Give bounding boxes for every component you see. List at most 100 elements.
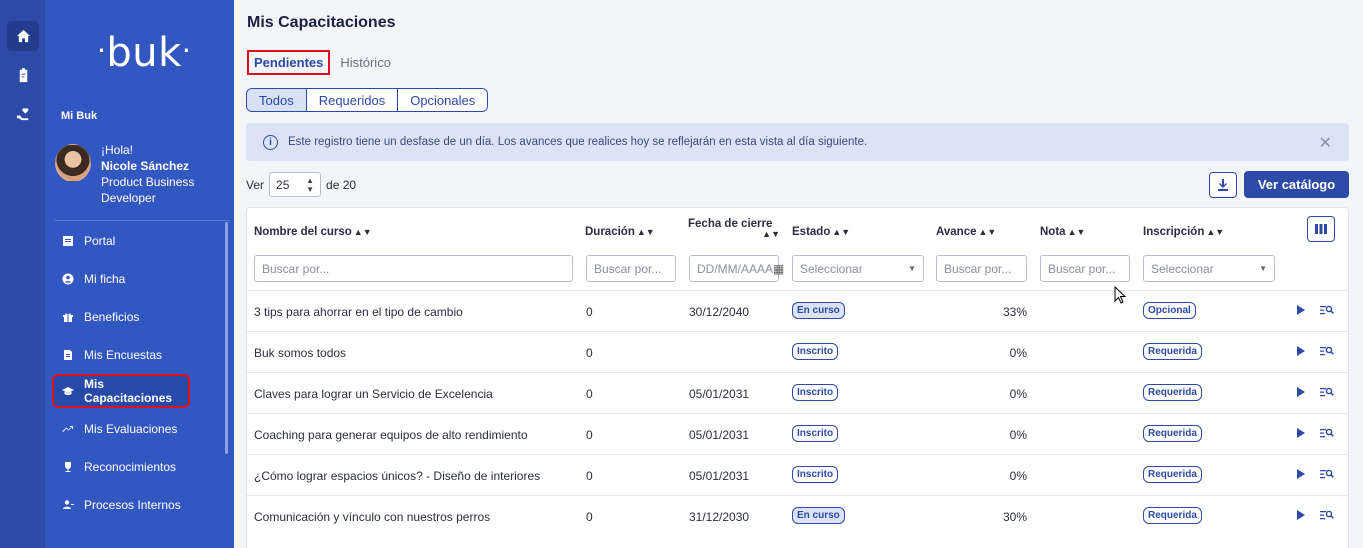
mouse-cursor — [1114, 286, 1127, 304]
header-status[interactable]: Estado ▲▼ — [792, 224, 850, 240]
course-name[interactable]: Claves para lograr un Servicio de Excele… — [254, 387, 493, 401]
enrollment-badge: Requerida — [1143, 343, 1202, 360]
status-badge: Inscrito — [792, 384, 839, 401]
header-close-date[interactable]: Fecha de cierre ▲▼ — [688, 216, 780, 239]
table-row[interactable]: Buk somos todos 0 Inscrito 0% Requerida — [247, 331, 1348, 372]
enrollment-badge: Requerida — [1143, 466, 1202, 483]
search-list-icon[interactable] — [1320, 468, 1334, 480]
search-list-icon[interactable] — [1320, 345, 1334, 357]
sidebar-item-portal[interactable]: Portal — [53, 225, 223, 257]
header-enrollment[interactable]: Inscripción ▲▼ — [1143, 224, 1224, 240]
status-badge: En curso — [792, 302, 845, 319]
home-icon[interactable] — [7, 21, 39, 51]
clipboard-icon[interactable] — [7, 60, 39, 90]
filter-progress-input[interactable]: Buscar por... — [936, 255, 1027, 282]
filter-status-select[interactable]: Seleccionar ▼ — [792, 255, 924, 282]
course-name[interactable]: Coaching para generar equipos de alto re… — [254, 428, 528, 442]
sidebar: ·buk· Mi Buk ¡Hola! Nicole Sánchez Produ… — [45, 0, 234, 548]
sidebar-item-mi-ficha[interactable]: Mi ficha — [53, 263, 223, 295]
sidebar-scrollbar[interactable] — [225, 222, 228, 454]
play-icon[interactable] — [1297, 510, 1305, 520]
search-list-icon[interactable] — [1320, 386, 1334, 398]
sort-icon: ▲▼ — [762, 229, 780, 239]
filter-date-input[interactable]: DD/MM/AAAA ▦ — [689, 255, 784, 282]
status-badge: Inscrito — [792, 343, 839, 360]
graduation-cap-icon — [62, 385, 74, 397]
course-duration: 0 — [586, 346, 593, 360]
header-grade[interactable]: Nota ▲▼ — [1040, 224, 1085, 240]
course-progress: 33% — [1002, 305, 1027, 319]
avatar[interactable] — [55, 144, 91, 182]
sort-icon: ▲▼ — [832, 227, 851, 237]
table-row[interactable]: ¿Cómo lograr espacios únicos? - Diseño d… — [247, 454, 1348, 495]
table-row[interactable]: Coaching para generar equipos de alto re… — [247, 413, 1348, 454]
buk-logo[interactable]: ·buk· — [97, 30, 191, 76]
download-button[interactable] — [1209, 172, 1237, 198]
heart-hand-icon[interactable] — [7, 99, 39, 129]
trophy-icon — [62, 461, 74, 473]
sort-icon: ▲▼ — [1206, 227, 1225, 237]
icon-rail — [0, 0, 45, 548]
user-circle-icon — [62, 273, 74, 285]
page-size-control: Ver 25 ▲ ▼ de 20 — [246, 172, 356, 197]
sidebar-item-reconocimientos[interactable]: Reconocimientos — [53, 451, 223, 483]
sidebar-item-label: Reconocimientos — [84, 460, 177, 474]
play-icon[interactable] — [1297, 469, 1305, 479]
play-icon[interactable] — [1297, 387, 1305, 397]
catalog-button[interactable]: Ver catálogo — [1244, 171, 1349, 198]
chevron-down-icon: ▼ — [1259, 264, 1267, 273]
search-list-icon[interactable] — [1320, 509, 1334, 521]
filter-enrollment-select[interactable]: Seleccionar ▼ — [1143, 255, 1275, 282]
search-list-icon[interactable] — [1320, 427, 1334, 439]
filter-grade-input[interactable]: Buscar por... — [1040, 255, 1130, 282]
course-progress: 0% — [1009, 428, 1027, 442]
sidebar-item-mis-evaluaciones[interactable]: Mis Evaluaciones — [53, 413, 223, 445]
enrollment-badge: Requerida — [1143, 507, 1202, 524]
enrollment-badge: Requerida — [1143, 384, 1202, 401]
sidebar-item-label: Mis Capacitaciones — [84, 377, 173, 405]
play-icon[interactable] — [1297, 428, 1305, 438]
course-name[interactable]: Comunicación y vínculo con nuestros perr… — [254, 510, 490, 524]
play-icon[interactable] — [1297, 346, 1305, 356]
segment-todos[interactable]: Todos — [247, 89, 307, 111]
header-progress[interactable]: Avance ▲▼ — [936, 224, 996, 240]
sidebar-item-mis-capacitaciones[interactable]: Mis Capacitaciones — [52, 374, 190, 408]
play-icon[interactable] — [1297, 305, 1305, 315]
info-alert: i Este registro tiene un desfase de un d… — [246, 123, 1349, 161]
sort-icon: ▲▼ — [353, 227, 372, 237]
sidebar-item-procesos-internos[interactable]: Procesos Internos — [53, 489, 223, 521]
main-content: Mis Capacitaciones Pendientes Histórico … — [234, 0, 1363, 548]
sidebar-item-beneficios[interactable]: Beneficios — [53, 301, 223, 333]
download-icon — [1218, 179, 1228, 191]
columns-button[interactable] — [1307, 216, 1335, 242]
course-progress: 0% — [1009, 346, 1027, 360]
search-list-icon[interactable] — [1320, 304, 1334, 316]
page-size-prefix: Ver — [246, 177, 265, 192]
sort-icon: ▲▼ — [1067, 227, 1086, 237]
columns-icon — [1315, 224, 1327, 234]
sort-icon: ▲▼ — [978, 227, 997, 237]
table-row[interactable]: 3 tips para ahorrar en el tipo de cambio… — [247, 290, 1348, 331]
sidebar-item-label: Beneficios — [84, 310, 140, 324]
people-icon — [62, 499, 74, 511]
table-row[interactable]: Comunicación y vínculo con nuestros perr… — [247, 495, 1348, 536]
tab-historico[interactable]: Histórico — [334, 50, 397, 75]
course-name[interactable]: Buk somos todos — [254, 346, 346, 360]
header-name[interactable]: Nombre del curso ▲▼ — [254, 224, 372, 240]
header-duration[interactable]: Duración ▲▼ — [585, 224, 655, 240]
table-row[interactable]: Claves para lograr un Servicio de Excele… — [247, 372, 1348, 413]
sidebar-item-mis-encuestas[interactable]: Mis Encuestas — [53, 339, 223, 371]
course-name[interactable]: ¿Cómo lograr espacios únicos? - Diseño d… — [254, 469, 540, 483]
tab-pendientes[interactable]: Pendientes — [247, 50, 331, 75]
survey-icon — [62, 349, 74, 361]
segment-opcionales[interactable]: Opcionales — [398, 89, 488, 111]
page-size-select[interactable]: 25 ▲ ▼ — [269, 172, 322, 197]
close-icon[interactable]: ✕ — [1319, 133, 1332, 153]
segment-requeridos[interactable]: Requeridos — [306, 89, 399, 111]
course-name[interactable]: 3 tips para ahorrar en el tipo de cambio — [254, 305, 463, 319]
filter-duration-input[interactable]: Buscar por... — [586, 255, 676, 282]
filter-name-input[interactable]: Buscar por... — [254, 255, 573, 282]
sidebar-item-label: Procesos Internos — [84, 498, 181, 512]
section-title: Mi Buk — [61, 110, 98, 122]
user-name: Nicole Sánchez — [101, 159, 190, 173]
